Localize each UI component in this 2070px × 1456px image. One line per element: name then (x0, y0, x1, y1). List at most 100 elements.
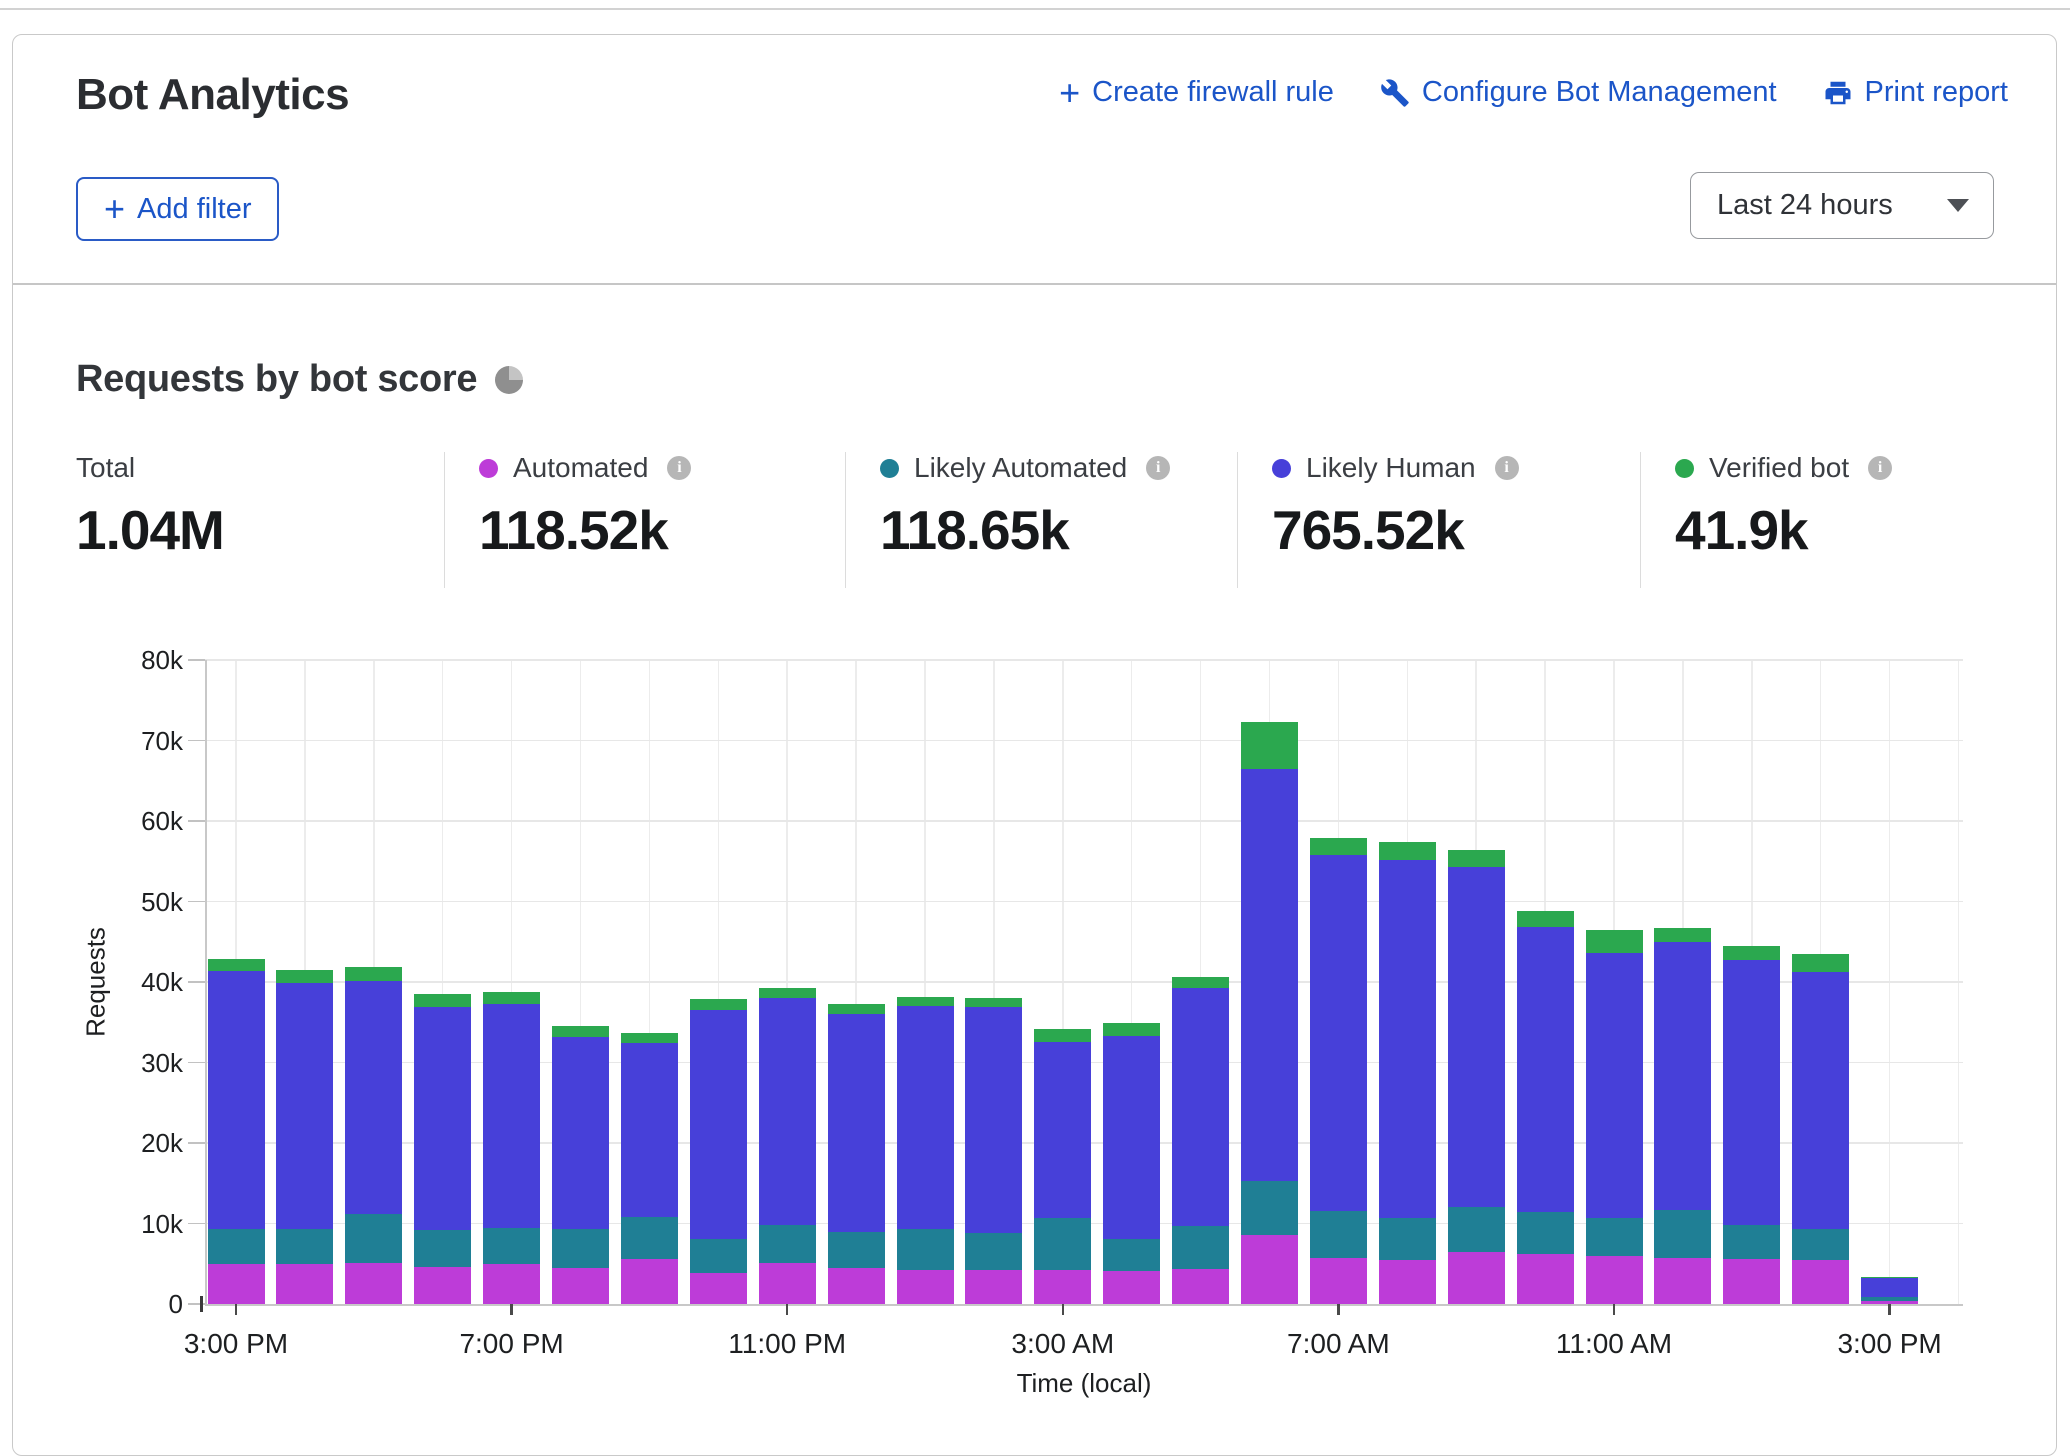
bar-segment-automated[interactable] (1379, 1260, 1436, 1304)
bar-segment-likely-automated[interactable] (414, 1230, 471, 1267)
bar-segment-likely-human[interactable] (1379, 860, 1436, 1218)
bar-segment-likely-automated[interactable] (965, 1233, 1022, 1270)
bar-segment-likely-automated[interactable] (1792, 1229, 1849, 1260)
bar-segment-automated[interactable] (1172, 1269, 1229, 1304)
info-icon[interactable]: i (1495, 456, 1519, 480)
bar-segment-verified-bot[interactable] (1172, 977, 1229, 988)
bar-segment-likely-automated[interactable] (1172, 1226, 1229, 1269)
bar-segment-verified-bot[interactable] (1379, 842, 1436, 860)
bar-segment-likely-automated[interactable] (690, 1239, 747, 1273)
bar-segment-likely-automated[interactable] (483, 1228, 540, 1263)
bar-segment-likely-automated[interactable] (897, 1229, 954, 1270)
bar-segment-likely-automated[interactable] (1241, 1181, 1298, 1235)
bar-segment-automated[interactable] (1517, 1254, 1574, 1304)
bar-segment-likely-human[interactable] (1448, 867, 1505, 1208)
bar-segment-likely-human[interactable] (1103, 1036, 1160, 1239)
bar-segment-likely-human[interactable] (1861, 1278, 1918, 1297)
bar-segment-likely-automated[interactable] (276, 1229, 333, 1264)
add-filter-button[interactable]: + Add filter (76, 177, 279, 241)
bar-segment-likely-human[interactable] (1310, 855, 1367, 1211)
bar-segment-likely-automated[interactable] (1723, 1225, 1780, 1259)
bar-segment-verified-bot[interactable] (1241, 722, 1298, 769)
print-report-link[interactable]: Print report (1823, 76, 2008, 109)
bar-segment-automated[interactable] (552, 1268, 609, 1304)
bar-segment-verified-bot[interactable] (414, 994, 471, 1007)
bar-segment-automated[interactable] (759, 1263, 816, 1304)
bar-segment-verified-bot[interactable] (1654, 928, 1711, 942)
bar-segment-likely-human[interactable] (1172, 988, 1229, 1225)
bar-segment-likely-human[interactable] (1723, 960, 1780, 1225)
bar-segment-verified-bot[interactable] (1861, 1277, 1918, 1278)
bar-segment-verified-bot[interactable] (552, 1026, 609, 1036)
create-firewall-rule-link[interactable]: + Create firewall rule (1059, 76, 1334, 109)
bar-segment-likely-human[interactable] (1034, 1042, 1091, 1217)
bar-segment-likely-human[interactable] (276, 983, 333, 1229)
bar-segment-likely-automated[interactable] (1310, 1211, 1367, 1258)
bar-segment-likely-human[interactable] (1517, 927, 1574, 1212)
bar-segment-automated[interactable] (208, 1264, 265, 1304)
bar-segment-verified-bot[interactable] (828, 1004, 885, 1014)
bar-segment-likely-automated[interactable] (1034, 1218, 1091, 1270)
bar-segment-likely-automated[interactable] (1654, 1210, 1711, 1258)
bar-segment-verified-bot[interactable] (1792, 954, 1849, 973)
bar-segment-automated[interactable] (1034, 1270, 1091, 1304)
bar-segment-likely-automated[interactable] (1103, 1239, 1160, 1271)
bar-segment-verified-bot[interactable] (276, 970, 333, 983)
bar-segment-verified-bot[interactable] (690, 999, 747, 1010)
bar-segment-likely-human[interactable] (208, 971, 265, 1229)
bar-segment-verified-bot[interactable] (897, 997, 954, 1006)
bar-segment-likely-automated[interactable] (345, 1214, 402, 1263)
bar-segment-automated[interactable] (1103, 1271, 1160, 1304)
bar-segment-verified-bot[interactable] (1103, 1023, 1160, 1036)
bar-segment-likely-automated[interactable] (1379, 1218, 1436, 1260)
bar-segment-verified-bot[interactable] (483, 992, 540, 1004)
bar-segment-automated[interactable] (276, 1264, 333, 1304)
bar-segment-automated[interactable] (1241, 1235, 1298, 1304)
bar-segment-verified-bot[interactable] (1034, 1029, 1091, 1043)
bar-segment-verified-bot[interactable] (1448, 850, 1505, 867)
bar-segment-automated[interactable] (1310, 1258, 1367, 1304)
bar-segment-verified-bot[interactable] (1723, 946, 1780, 960)
bar-segment-likely-human[interactable] (897, 1006, 954, 1229)
bar-segment-likely-automated[interactable] (1517, 1212, 1574, 1254)
bar-segment-verified-bot[interactable] (965, 998, 1022, 1007)
bar-segment-likely-automated[interactable] (828, 1232, 885, 1267)
bar-segment-automated[interactable] (483, 1264, 540, 1304)
bar-segment-likely-human[interactable] (1792, 972, 1849, 1229)
bar-segment-likely-human[interactable] (965, 1007, 1022, 1233)
bar-segment-likely-human[interactable] (1586, 953, 1643, 1218)
bar-segment-automated[interactable] (1586, 1256, 1643, 1304)
bar-segment-automated[interactable] (690, 1273, 747, 1304)
bar-segment-likely-human[interactable] (828, 1014, 885, 1232)
bar-segment-automated[interactable] (965, 1270, 1022, 1304)
bar-segment-likely-human[interactable] (414, 1007, 471, 1230)
bar-segment-automated[interactable] (897, 1270, 954, 1304)
time-range-select[interactable]: Last 24 hours (1690, 172, 1994, 239)
bar-segment-automated[interactable] (1723, 1259, 1780, 1304)
info-icon[interactable]: i (667, 456, 691, 480)
bar-segment-likely-human[interactable] (690, 1010, 747, 1239)
bar-segment-automated[interactable] (414, 1267, 471, 1304)
bar-segment-automated[interactable] (621, 1259, 678, 1304)
bar-segment-likely-automated[interactable] (1586, 1218, 1643, 1256)
bar-segment-likely-automated[interactable] (208, 1229, 265, 1264)
bar-segment-likely-human[interactable] (552, 1037, 609, 1229)
bar-segment-verified-bot[interactable] (759, 988, 816, 998)
info-icon[interactable]: i (1868, 456, 1892, 480)
bar-segment-automated[interactable] (1792, 1260, 1849, 1304)
bar-segment-likely-automated[interactable] (621, 1217, 678, 1259)
bar-segment-likely-automated[interactable] (1861, 1297, 1918, 1301)
bar-segment-likely-automated[interactable] (552, 1229, 609, 1268)
bar-segment-likely-automated[interactable] (1448, 1207, 1505, 1251)
bar-segment-automated[interactable] (1448, 1252, 1505, 1304)
bar-segment-verified-bot[interactable] (621, 1033, 678, 1043)
bar-segment-likely-human[interactable] (483, 1004, 540, 1229)
bar-segment-verified-bot[interactable] (345, 967, 402, 981)
bar-segment-likely-human[interactable] (345, 981, 402, 1214)
info-icon[interactable]: i (1146, 456, 1170, 480)
bar-segment-automated[interactable] (345, 1263, 402, 1304)
bar-segment-likely-human[interactable] (1241, 769, 1298, 1181)
bar-segment-automated[interactable] (828, 1268, 885, 1304)
bar-segment-verified-bot[interactable] (1586, 930, 1643, 953)
bar-segment-likely-automated[interactable] (759, 1225, 816, 1263)
